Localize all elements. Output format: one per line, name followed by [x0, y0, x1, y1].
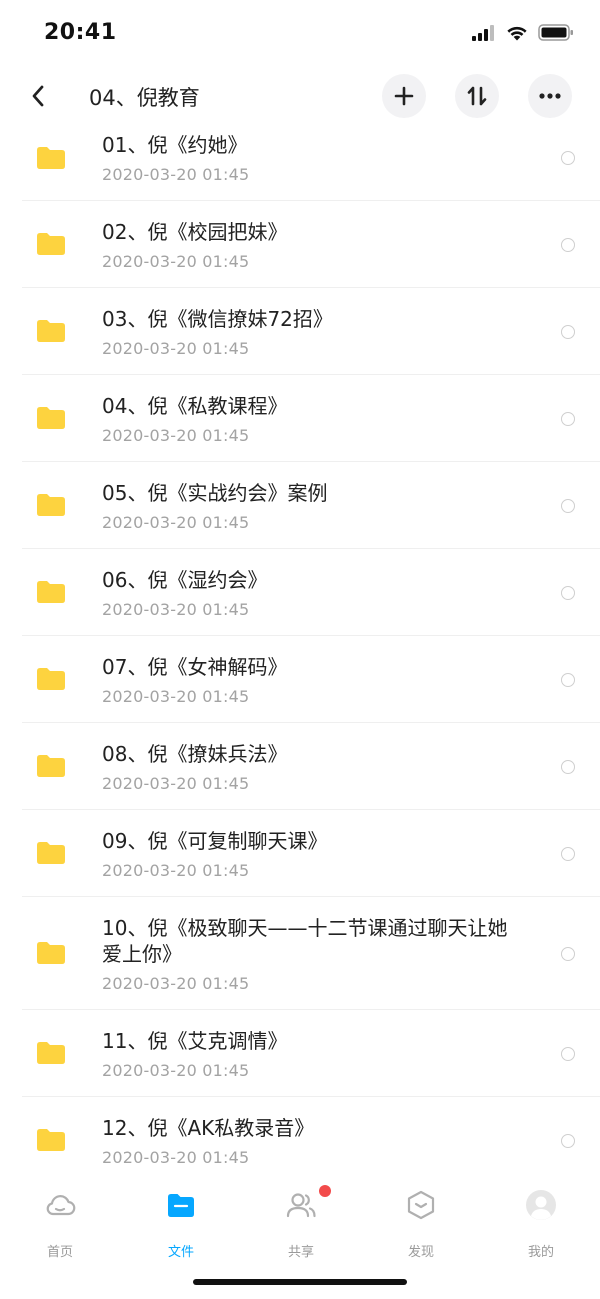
select-radio[interactable]: [561, 673, 575, 687]
file-name: 06、倪《湿约会》: [102, 568, 268, 592]
file-name: 02、倪《校园把妹》: [102, 220, 288, 244]
file-row[interactable]: 09、倪《可复制聊天课》 2020-03-20 01:45: [0, 810, 600, 897]
folder-icon: [168, 1194, 194, 1217]
file-name: 07、倪《女神解码》: [102, 655, 288, 679]
select-radio[interactable]: [561, 1047, 575, 1061]
file-name: 09、倪《可复制聊天课》: [102, 829, 328, 853]
select-radio[interactable]: [561, 412, 575, 426]
sort-icon: [467, 86, 487, 106]
select-radio[interactable]: [561, 760, 575, 774]
chevron-left-icon: [32, 85, 44, 107]
tab-label: 我的: [527, 1245, 554, 1260]
home-indicator[interactable]: [193, 1279, 407, 1285]
select-radio[interactable]: [561, 586, 575, 600]
select-radio[interactable]: [561, 151, 575, 165]
add-button[interactable]: [382, 74, 426, 118]
file-row[interactable]: 06、倪《湿约会》 2020-03-20 01:45: [0, 549, 600, 636]
file-row[interactable]: 10、倪《极致聊天——十二节课通过聊天让她爱上你》 2020-03-20 01:…: [0, 897, 600, 1010]
file-date: 2020-03-20 01:45: [102, 252, 250, 271]
file-name: 05、倪《实战约会》案例: [102, 481, 328, 505]
tab-me[interactable]: 我的: [501, 1185, 581, 1260]
file-row[interactable]: 11、倪《艾克调情》 2020-03-20 01:45: [0, 1010, 600, 1097]
file-row[interactable]: 01、倪《约她》 2020-03-20 01:45: [0, 126, 600, 201]
file-row[interactable]: 04、倪《私教课程》 2020-03-20 01:45: [0, 375, 600, 462]
folder-icon: [37, 407, 65, 429]
file-name: 04、倪《私教课程》: [102, 394, 288, 418]
battery-icon: [538, 24, 573, 41]
notification-badge: [319, 1185, 331, 1197]
more-dots-icon: [539, 93, 561, 99]
select-radio[interactable]: [561, 238, 575, 252]
back-button[interactable]: [18, 76, 58, 116]
page-title: 04、倪教育: [89, 86, 200, 110]
file-date: 2020-03-20 01:45: [102, 600, 250, 619]
tab-label: 文件: [167, 1245, 194, 1260]
file-row[interactable]: 03、倪《微信撩妹72招》 2020-03-20 01:45: [0, 288, 600, 375]
folder-icon: [37, 668, 65, 690]
cloud-icon: [46, 1195, 76, 1216]
folder-icon: [37, 147, 65, 169]
file-name: 01、倪《约她》: [102, 133, 248, 157]
screen: 20:41 04、倪教育 01、倪《约她》 2020-03-20 01:45 0…: [0, 0, 600, 1299]
folder-icon: [37, 1129, 65, 1151]
plus-icon: [394, 86, 414, 106]
file-list: 01、倪《约她》 2020-03-20 01:45 02、倪《校园把妹》 202…: [0, 126, 600, 1171]
status-icons: [472, 24, 574, 41]
nav-bar: 04、倪教育: [0, 70, 600, 126]
tab-home[interactable]: 首页: [20, 1185, 100, 1260]
file-row[interactable]: 02、倪《校园把妹》 2020-03-20 01:45: [0, 201, 600, 288]
file-name: 10、倪《极致聊天——十二节课通过聊天让她爱上你》: [102, 916, 508, 966]
folder-icon: [37, 581, 65, 603]
folder-icon: [37, 494, 65, 516]
file-date: 2020-03-20 01:45: [102, 974, 250, 993]
file-row[interactable]: 12、倪《AK私教录音》 2020-03-20 01:45: [0, 1097, 600, 1171]
select-radio[interactable]: [561, 847, 575, 861]
wifi-icon: [507, 26, 527, 40]
file-name: 12、倪《AK私教录音》: [102, 1116, 315, 1140]
file-name: 03、倪《微信撩妹72招》: [102, 307, 333, 331]
avatar-icon: [526, 1190, 556, 1220]
file-row[interactable]: 05、倪《实战约会》案例 2020-03-20 01:45: [0, 462, 600, 549]
file-date: 2020-03-20 01:45: [102, 861, 250, 880]
select-radio[interactable]: [561, 947, 575, 961]
discover-icon: [407, 1190, 435, 1220]
file-name: 08、倪《撩妹兵法》: [102, 742, 288, 766]
file-date: 2020-03-20 01:45: [102, 339, 250, 358]
more-button[interactable]: [528, 74, 572, 118]
file-date: 2020-03-20 01:45: [102, 687, 250, 706]
file-date: 2020-03-20 01:45: [102, 1148, 250, 1167]
folder-icon: [37, 842, 65, 864]
folder-icon: [37, 320, 65, 342]
folder-icon: [37, 1042, 65, 1064]
select-radio[interactable]: [561, 325, 575, 339]
sort-button[interactable]: [455, 74, 499, 118]
folder-icon: [37, 233, 65, 255]
status-bar: 20:41: [0, 0, 600, 70]
tab-share[interactable]: 共享: [261, 1185, 341, 1260]
file-name: 11、倪《艾克调情》: [102, 1029, 288, 1053]
tab-files[interactable]: 文件: [141, 1185, 221, 1260]
file-date: 2020-03-20 01:45: [102, 513, 250, 532]
folder-icon: [37, 942, 65, 964]
file-date: 2020-03-20 01:45: [102, 774, 250, 793]
status-time: 20:41: [44, 20, 117, 45]
file-date: 2020-03-20 01:45: [102, 165, 250, 184]
file-date: 2020-03-20 01:45: [102, 426, 250, 445]
file-row[interactable]: 07、倪《女神解码》 2020-03-20 01:45: [0, 636, 600, 723]
share-people-icon: [286, 1193, 316, 1218]
tab-discover[interactable]: 发现: [381, 1185, 461, 1260]
file-row[interactable]: 08、倪《撩妹兵法》 2020-03-20 01:45: [0, 723, 600, 810]
tab-label: 共享: [287, 1245, 314, 1260]
tab-label: 首页: [46, 1245, 73, 1260]
cellular-signal-icon: [472, 24, 494, 41]
tab-label: 发现: [407, 1245, 434, 1260]
folder-icon: [37, 755, 65, 777]
file-date: 2020-03-20 01:45: [102, 1061, 250, 1080]
select-radio[interactable]: [561, 1134, 575, 1148]
select-radio[interactable]: [561, 499, 575, 513]
